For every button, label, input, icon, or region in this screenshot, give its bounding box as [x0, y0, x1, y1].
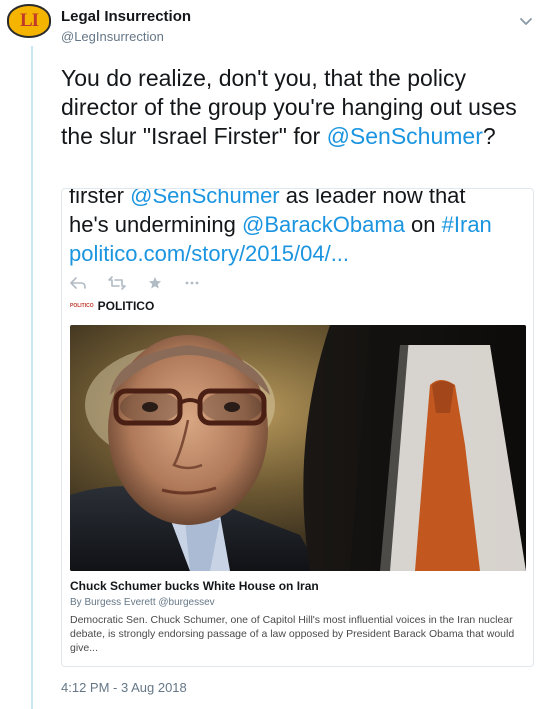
- quoted-hashtag-iran[interactable]: #Iran: [442, 212, 492, 237]
- tweet-timestamp[interactable]: 4:12 PM - 3 Aug 2018: [61, 680, 187, 695]
- tweet-text: You do realize, don't you, that the poli…: [61, 64, 531, 151]
- reply-icon[interactable]: [70, 276, 86, 290]
- politico-favicon: POLITICO: [70, 303, 94, 309]
- account-name[interactable]: Legal Insurrection: [61, 8, 191, 25]
- logo-text: LI: [19, 10, 39, 31]
- tweet-text-part2: ?: [482, 123, 496, 149]
- retweet-icon[interactable]: [108, 276, 126, 290]
- quoted-line-2-pre: he's undermining: [69, 212, 242, 237]
- quoted-url-link[interactable]: politico.com/story/2015/04/...: [69, 241, 349, 266]
- tweet-header: LI Legal Insurrection @LegInsurrection: [0, 0, 550, 50]
- mention-link[interactable]: @SenSchumer: [327, 123, 483, 149]
- avatar[interactable]: LI: [7, 4, 51, 38]
- quoted-actions: [70, 273, 200, 293]
- quoted-line-1: firster @SenSchumer as leader now that: [69, 188, 529, 210]
- more-icon[interactable]: [184, 276, 200, 290]
- quoted-mention-schumer[interactable]: @SenSchumer: [130, 189, 280, 208]
- quoted-mention-obama[interactable]: @BarackObama: [242, 212, 405, 237]
- card-title[interactable]: Chuck Schumer bucks White House on Iran: [70, 579, 319, 593]
- quoted-line-2: he's undermining @BarackObama on #Iran: [69, 210, 529, 239]
- card-source: POLITICO POLITICO: [70, 299, 154, 313]
- quoted-line-2-mid: on: [404, 212, 442, 237]
- thread-line: [31, 46, 33, 709]
- account-handle[interactable]: @LegInsurrection: [61, 29, 164, 44]
- like-icon[interactable]: [148, 276, 162, 290]
- card-description: Democratic Sen. Chuck Schumer, one of Ca…: [70, 614, 515, 654]
- card-publisher: POLITICO: [97, 299, 155, 313]
- quoted-tweet-text: firster @SenSchumer as leader now that h…: [69, 188, 529, 268]
- chevron-down-icon[interactable]: [518, 14, 534, 30]
- quoted-line-1-rest: as leader now that: [279, 188, 466, 208]
- article-photo: [70, 325, 526, 571]
- card-byline: By Burgess Everett @burgessev: [70, 597, 215, 608]
- quoted-word: firster: [69, 188, 131, 208]
- quoted-tweet[interactable]: firster @SenSchumer as leader now that h…: [61, 188, 534, 667]
- card-image[interactable]: [70, 325, 526, 571]
